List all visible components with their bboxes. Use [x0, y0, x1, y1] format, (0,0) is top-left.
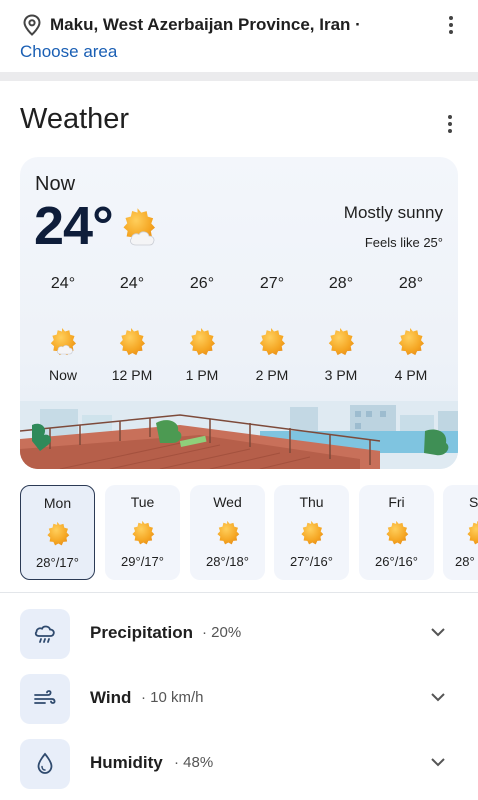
sun-icon — [300, 520, 323, 545]
location-row[interactable]: Maku, West Azerbaijan Province, Iran · — [22, 14, 361, 36]
hourly-time: 3 PM — [324, 367, 358, 383]
metric-value: · 20% — [202, 624, 242, 641]
hourly-item: 24° 12 PM — [102, 275, 162, 383]
location-pin-icon — [23, 14, 41, 36]
day-card-mon[interactable]: Mon 28°/17° — [20, 485, 95, 580]
sun-icon — [119, 328, 145, 356]
hourly-time: Now — [48, 367, 77, 383]
location-name: Maku, West Azerbaijan Province, Iran · — [50, 15, 361, 34]
chevron-down-icon[interactable] — [430, 626, 446, 638]
divider — [0, 592, 478, 593]
sun-icon — [46, 521, 69, 546]
day-card-thu[interactable]: Thu 27°/16° — [274, 485, 349, 580]
rain-cloud-icon — [34, 625, 55, 643]
daily-forecast: Mon 28°/17° Tue 29°/17° Wed 28°/18° Thu … — [0, 485, 478, 581]
hourly-temp: 28° — [328, 275, 354, 292]
day-card-wed[interactable]: Wed 28°/18° — [190, 485, 265, 580]
day-temp-range: 28°/18° — [206, 554, 249, 569]
hourly-temp: 27° — [259, 275, 285, 292]
hourly-item: 28° 3 PM — [311, 275, 371, 383]
metric-label: Precipitation — [90, 623, 193, 642]
sun-cloud-icon — [50, 328, 76, 356]
hourly-time: 2 PM — [255, 367, 289, 383]
hourly-item: 27° 2 PM — [242, 275, 302, 383]
metric-value: · 10 km/h — [141, 689, 204, 706]
wind-icon — [34, 690, 56, 704]
hourly-temp: 28° — [398, 275, 424, 292]
hourly-item: 28° 4 PM — [381, 275, 441, 383]
sun-cloud-icon — [123, 208, 155, 246]
metric-icon-tile — [20, 739, 70, 789]
section-separator — [0, 72, 478, 81]
metric-value: · 48% — [174, 754, 214, 771]
hourly-temp: 26° — [189, 275, 215, 292]
sun-icon — [467, 520, 478, 545]
day-name: Thu — [299, 494, 324, 510]
day-name: Fri — [388, 494, 405, 510]
day-name: Tue — [130, 494, 155, 510]
day-card-tue[interactable]: Tue 29°/17° — [105, 485, 180, 580]
weather-more-icon[interactable] — [438, 112, 462, 136]
sun-icon — [216, 520, 239, 545]
now-label: Now — [35, 173, 76, 195]
sun-icon — [131, 520, 154, 545]
hourly-item: 24° Now — [33, 275, 93, 383]
current-temperature: 24° — [34, 196, 114, 256]
hourly-item: 26° 1 PM — [172, 275, 232, 383]
water-drop-icon — [37, 752, 53, 774]
day-card-sat[interactable]: S 28° — [443, 485, 478, 580]
day-temp-range: 28°/17° — [36, 555, 79, 570]
condition-text: Mostly sunny — [343, 203, 443, 222]
wind-row[interactable]: Wind · 10 km/h — [20, 674, 460, 724]
sun-icon — [385, 520, 408, 545]
sun-icon — [189, 328, 215, 356]
hourly-time: 1 PM — [185, 367, 219, 383]
precipitation-row[interactable]: Precipitation · 20% — [20, 609, 460, 659]
day-temp-range: 29°/17° — [121, 554, 164, 569]
location-bar: Maku, West Azerbaijan Province, Iran · C… — [0, 0, 478, 72]
hourly-temp: 24° — [50, 275, 76, 292]
hourly-time: 4 PM — [394, 367, 428, 383]
sun-icon — [328, 328, 354, 356]
metric-label: Wind — [90, 688, 132, 707]
weather-title: Weather — [20, 103, 130, 135]
chevron-down-icon[interactable] — [430, 756, 446, 768]
metric-label: Humidity — [90, 753, 163, 772]
sun-icon — [398, 328, 424, 356]
humidity-row[interactable]: Humidity · 48% — [20, 739, 460, 789]
weather-illustration — [20, 401, 458, 469]
day-name: Mon — [43, 495, 72, 511]
day-temp-range: 26°/16° — [375, 554, 418, 569]
hourly-time: 12 PM — [111, 367, 153, 383]
day-name: Wed — [213, 494, 242, 510]
day-card-fri[interactable]: Fri 26°/16° — [359, 485, 434, 580]
feels-like-text: Feels like 25° — [364, 235, 443, 250]
day-temp-range: 27°/16° — [290, 554, 333, 569]
location-more-icon[interactable] — [439, 13, 463, 37]
sun-icon — [259, 328, 285, 356]
metric-icon-tile — [20, 609, 70, 659]
choose-area-link[interactable]: Choose area — [20, 42, 117, 62]
day-name: S — [469, 494, 478, 510]
metric-icon-tile — [20, 674, 70, 724]
day-temp-range: 28° — [455, 554, 475, 569]
chevron-down-icon[interactable] — [430, 691, 446, 703]
current-weather-card[interactable]: Now 24° Mostly sunny Feels like 25° 24° … — [20, 157, 458, 469]
hourly-temp: 24° — [119, 275, 145, 292]
